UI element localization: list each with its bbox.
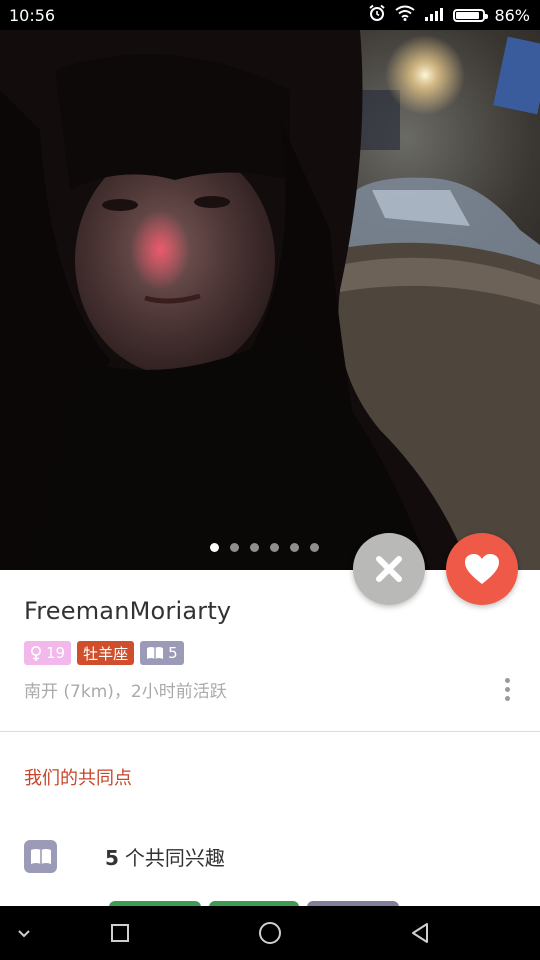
status-bar: 10:56 86%	[0, 0, 540, 30]
more-dot-icon	[504, 686, 510, 692]
pagination-dot	[249, 543, 259, 552]
location-activity: 南开 (7km)，2小时前活跃	[24, 682, 227, 702]
profile-photo-image	[0, 30, 540, 570]
wifi-icon	[395, 5, 416, 25]
more-dot-icon	[504, 695, 510, 701]
profile-name: FreemanMoriarty	[24, 597, 232, 625]
profile-photo[interactable]	[0, 30, 540, 570]
pagination-dot	[209, 543, 219, 552]
pagination-dot	[229, 543, 239, 552]
pagination-dot	[289, 543, 299, 552]
book-icon	[147, 647, 164, 659]
pass-button[interactable]	[353, 533, 425, 605]
system-nav-bar	[0, 906, 540, 960]
close-icon	[376, 556, 402, 582]
nav-collapse-button[interactable]	[10, 906, 38, 960]
divider	[0, 731, 540, 732]
common-interests-text: 5 个共同兴趣	[105, 842, 225, 871]
alarm-icon	[368, 4, 386, 26]
books-badge: 5	[140, 641, 184, 665]
recent-apps-icon	[111, 924, 129, 942]
like-button[interactable]	[446, 533, 518, 605]
common-interests-label: 个共同兴趣	[124, 846, 225, 870]
books-count: 5	[168, 644, 178, 662]
gender-age-badge: 19	[24, 641, 72, 665]
more-dot-icon	[504, 677, 510, 683]
status-icons: 86%	[368, 4, 530, 26]
recent-apps-button[interactable]	[100, 906, 140, 960]
home-icon	[259, 922, 281, 944]
zodiac-label: 牡羊座	[83, 644, 129, 663]
pagination-dot	[309, 543, 319, 552]
common-interests-row[interactable]: 5 个共同兴趣	[24, 840, 225, 873]
common-section-title: 我们的共同点	[24, 768, 132, 789]
status-time: 10:56	[9, 5, 56, 25]
book-icon	[24, 840, 57, 873]
zodiac-badge: 牡羊座	[77, 641, 135, 665]
signal-icon	[424, 6, 444, 25]
battery-level	[456, 11, 479, 19]
female-icon	[31, 645, 41, 661]
back-button[interactable]	[400, 906, 440, 960]
common-interests-count: 5	[105, 846, 119, 870]
heart-icon	[465, 554, 499, 584]
more-options-button[interactable]	[496, 675, 518, 703]
battery-icon	[453, 8, 489, 22]
chevron-down-icon	[18, 930, 30, 938]
screen: 10:56 86% FreemanMoriarty 19 牡羊座 5 南开 (7…	[0, 0, 540, 960]
pagination-dot	[269, 543, 279, 552]
age-value: 19	[46, 644, 66, 662]
home-button[interactable]	[250, 906, 290, 960]
profile-badges: 19 牡羊座 5	[24, 641, 184, 665]
back-icon	[412, 923, 428, 943]
battery-percent: 86%	[494, 5, 530, 25]
